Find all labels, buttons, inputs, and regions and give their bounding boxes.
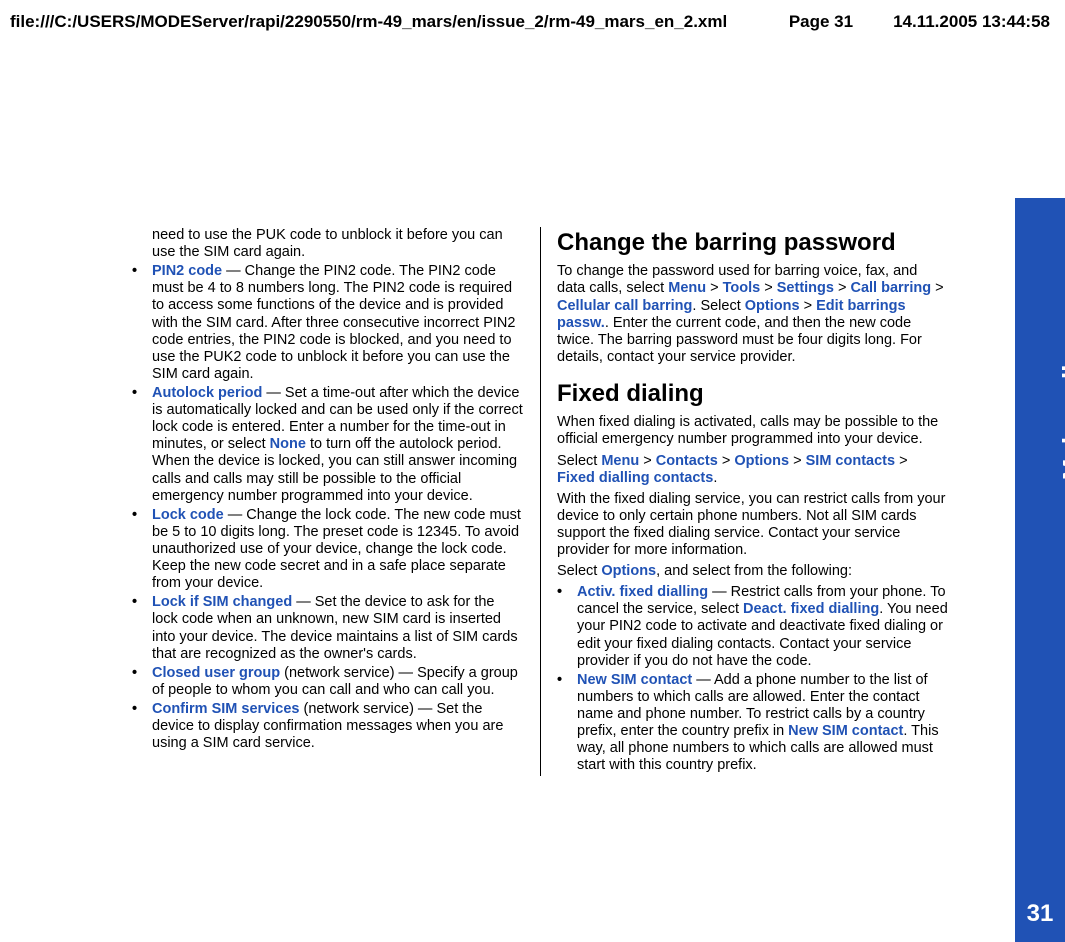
fixed-para-3: With the fixed dialing service, you can … bbox=[557, 491, 948, 559]
file-path: file:///C:/USERS/MODEServer/rapi/2290550… bbox=[10, 12, 727, 32]
bullet-icon: • bbox=[132, 665, 152, 699]
list-item: • Lock code — Change the lock code. The … bbox=[132, 507, 524, 593]
bullet-icon: • bbox=[132, 263, 152, 383]
term-new-sim-2: New SIM contact bbox=[788, 723, 903, 739]
term-locksim: Lock if SIM changed bbox=[152, 594, 292, 610]
section-label: Make calls bbox=[1057, 220, 1065, 350]
bullet-icon: • bbox=[132, 701, 152, 752]
print-header: file:///C:/USERS/MODEServer/rapi/2290550… bbox=[0, 0, 1065, 40]
term-lockcode: Lock code bbox=[152, 507, 224, 523]
list-text: Lock code — Change the lock code. The ne… bbox=[152, 507, 524, 593]
term-autolock: Autolock period bbox=[152, 385, 262, 401]
bullet-icon: • bbox=[132, 594, 152, 662]
list-text: Lock if SIM changed — Set the device to … bbox=[152, 594, 524, 662]
fixed-para-2: Select Menu > Contacts > Options > SIM c… bbox=[557, 453, 948, 487]
term-none: None bbox=[270, 436, 306, 452]
list-item: • Closed user group (network service) — … bbox=[132, 665, 524, 699]
bullet-icon: • bbox=[557, 672, 577, 775]
term-pin2: PIN2 code bbox=[152, 263, 222, 279]
list-item: • PIN2 code — Change the PIN2 code. The … bbox=[132, 263, 524, 383]
heading-barring: Change the barring password bbox=[557, 229, 948, 257]
fixed-para-4: Select Options, and select from the foll… bbox=[557, 563, 948, 580]
page-indicator: Page 31 bbox=[789, 12, 853, 32]
print-datetime: 14.11.2005 13:44:58 bbox=[893, 12, 1050, 32]
page-area: Make calls 31 need to use the PUK code t… bbox=[0, 52, 1065, 930]
list-item: • Autolock period — Set a time-out after… bbox=[132, 385, 524, 505]
header-right: Page 31 14.11.2005 13:44:58 bbox=[789, 12, 1050, 32]
list-item: • New SIM contact — Add a phone number t… bbox=[557, 672, 948, 775]
column-left: need to use the PUK code to unblock it b… bbox=[132, 227, 540, 776]
list-text: Autolock period — Set a time-out after w… bbox=[152, 385, 524, 505]
barring-para: To change the password used for barring … bbox=[557, 263, 948, 366]
list-item: • Lock if SIM changed — Set the device t… bbox=[132, 594, 524, 662]
term-cug: Closed user group bbox=[152, 665, 280, 681]
page-number: 31 bbox=[1015, 900, 1065, 928]
term-deact-fixed: Deact. fixed dialling bbox=[743, 601, 879, 617]
list-item: • Activ. fixed dialling — Restrict calls… bbox=[557, 584, 948, 670]
column-right: Change the barring password To change th… bbox=[540, 227, 948, 776]
list-text: Activ. fixed dialling — Restrict calls f… bbox=[577, 584, 948, 670]
list-text: Closed user group (network service) — Sp… bbox=[152, 665, 524, 699]
bullet-icon: • bbox=[132, 507, 152, 593]
list-item: • Confirm SIM services (network service)… bbox=[132, 701, 524, 752]
list-text: New SIM contact — Add a phone number to … bbox=[577, 672, 948, 775]
list-text: PIN2 code — Change the PIN2 code. The PI… bbox=[152, 263, 524, 383]
term-activ-fixed: Activ. fixed dialling bbox=[577, 584, 708, 600]
heading-fixed-dialing: Fixed dialing bbox=[557, 380, 948, 408]
intro-continuation: need to use the PUK code to unblock it b… bbox=[132, 227, 524, 261]
list-text: Confirm SIM services (network service) —… bbox=[152, 701, 524, 752]
side-tab: Make calls 31 bbox=[1015, 198, 1065, 942]
fixed-para-1: When fixed dialing is activated, calls m… bbox=[557, 414, 948, 448]
bullet-icon: • bbox=[132, 385, 152, 505]
term-new-sim: New SIM contact bbox=[577, 672, 692, 688]
bullet-icon: • bbox=[557, 584, 577, 670]
content-columns: need to use the PUK code to unblock it b… bbox=[132, 227, 974, 776]
term-confirm-sim: Confirm SIM services bbox=[152, 701, 299, 717]
